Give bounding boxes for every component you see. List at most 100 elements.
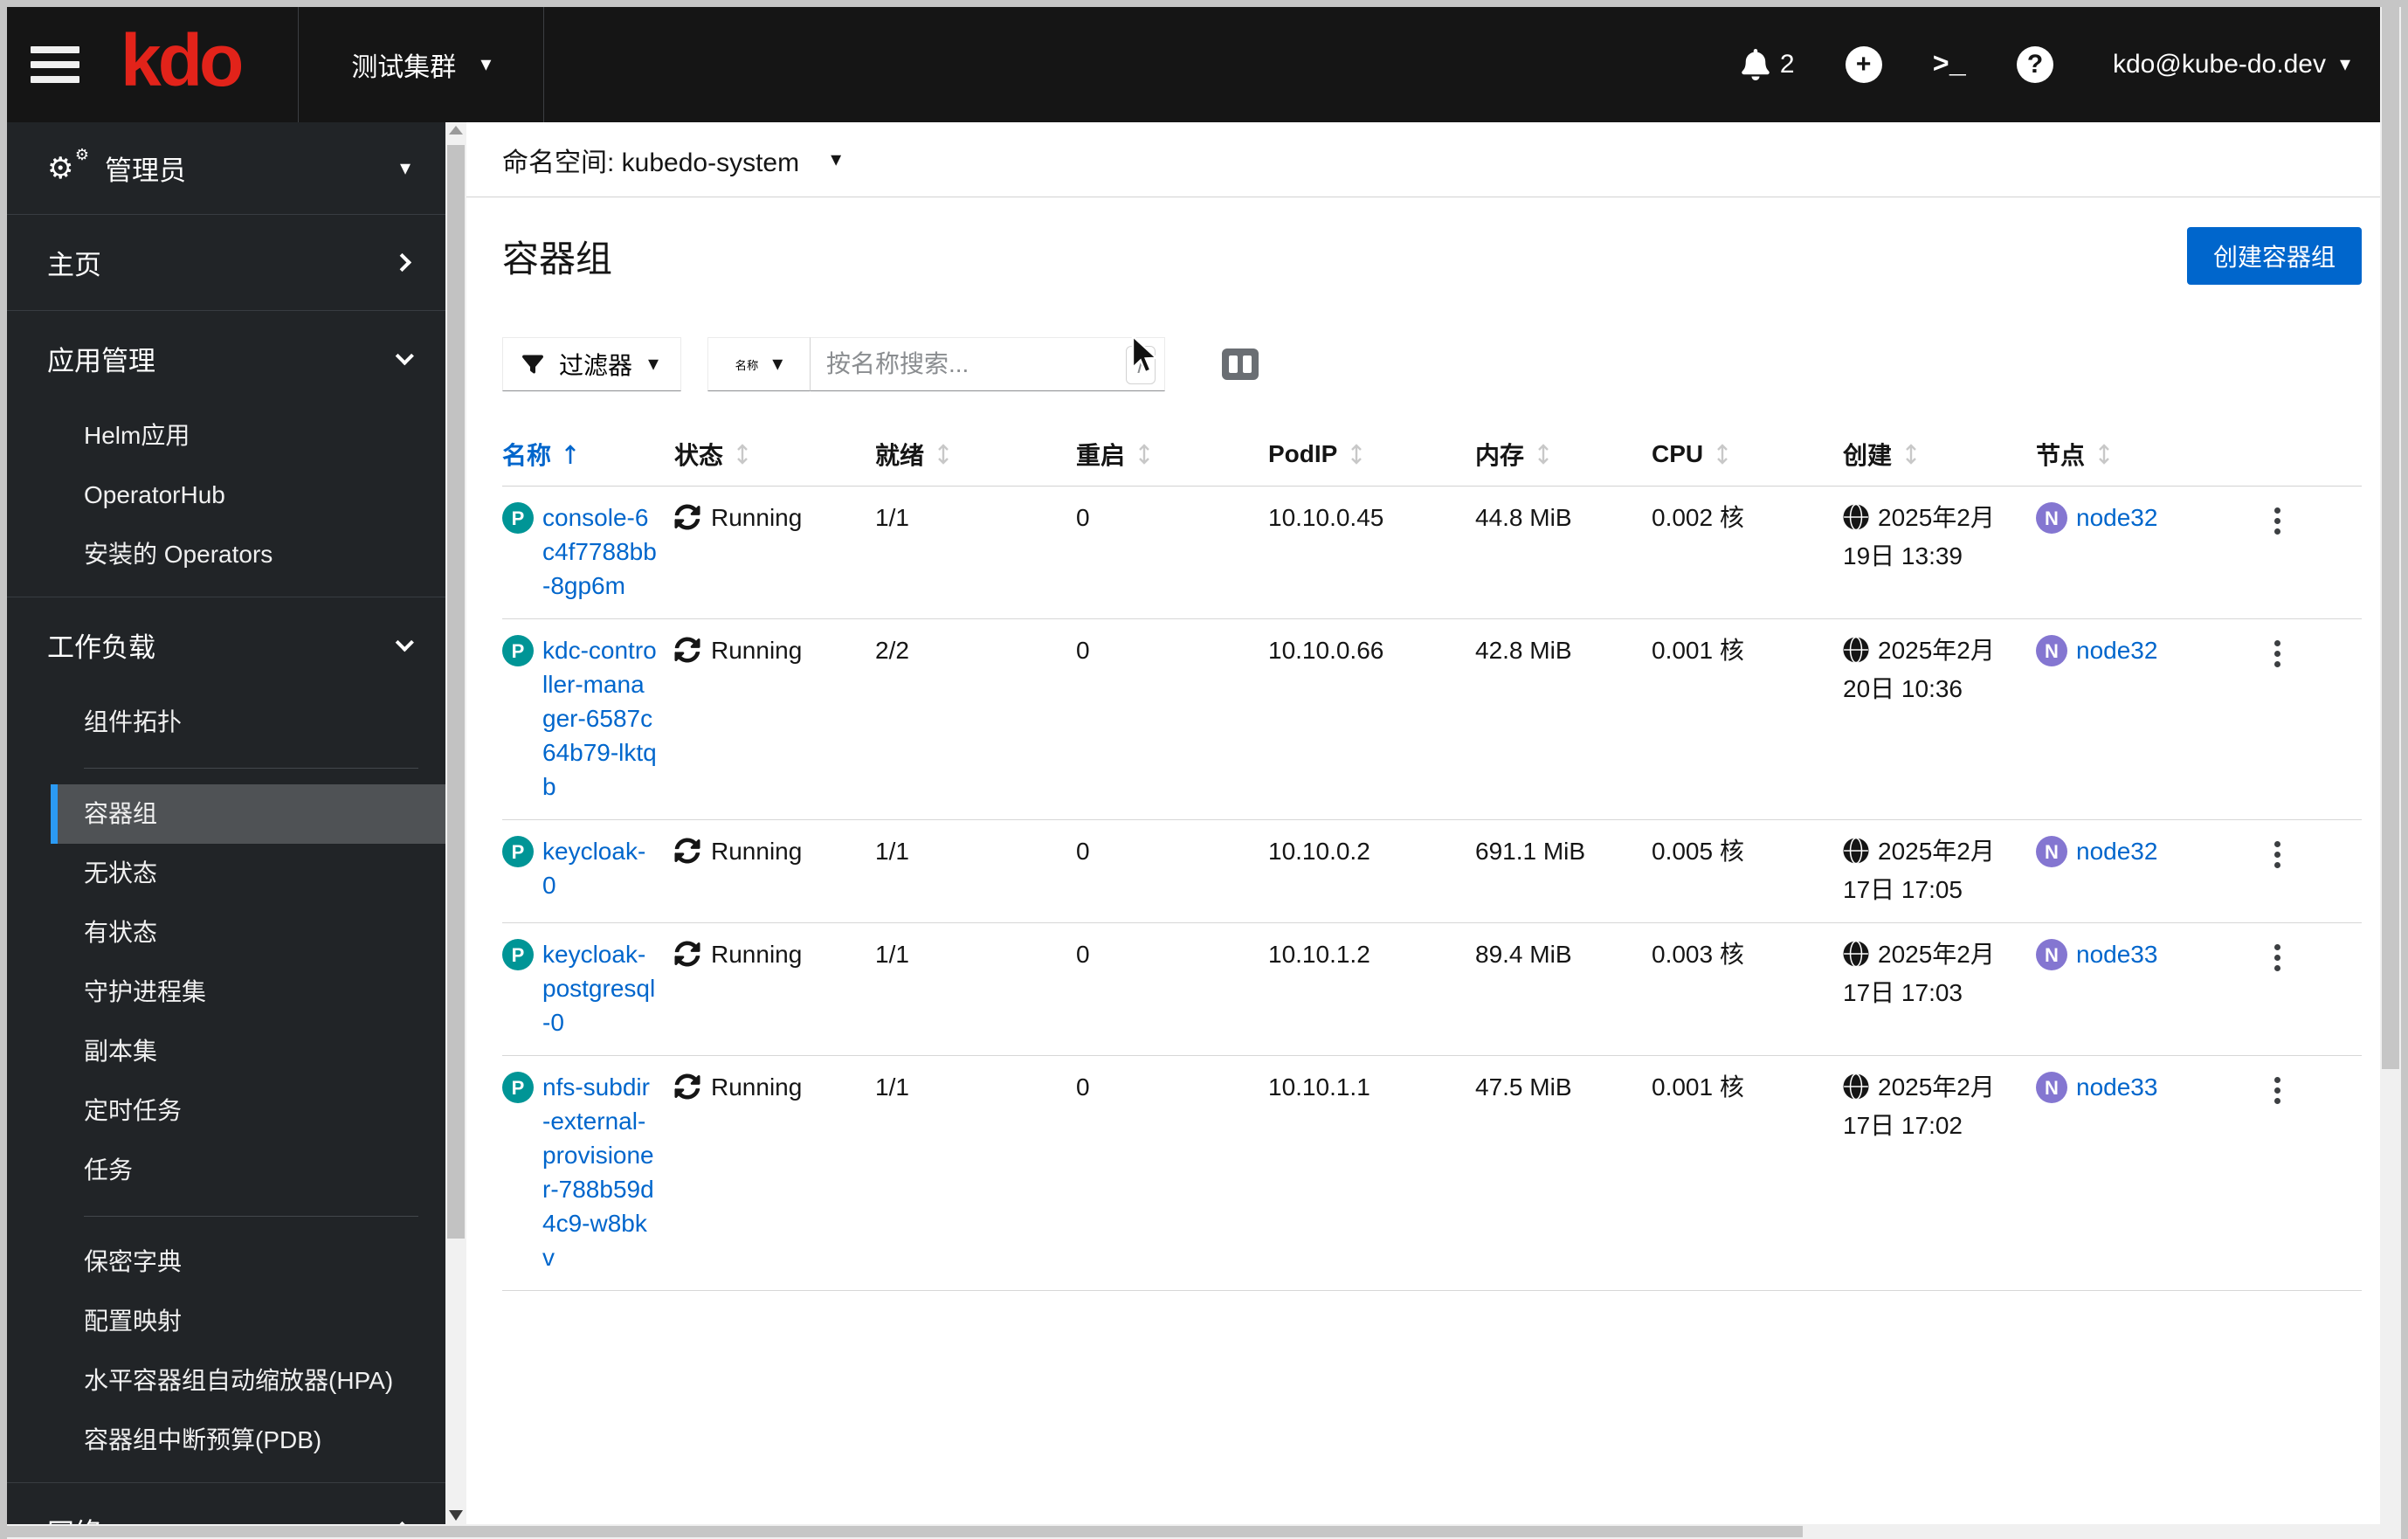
- column-header-node[interactable]: 节点: [2036, 437, 2242, 472]
- node-link[interactable]: node33: [2076, 1070, 2157, 1104]
- sidebar-item-operatorhub[interactable]: OperatorHub: [51, 466, 445, 525]
- sidebar-item-deployments[interactable]: 无状态: [51, 844, 445, 903]
- sidebar-item-daemonsets[interactable]: 守护进程集: [51, 963, 445, 1022]
- plus-circle-icon: +: [1845, 46, 1882, 83]
- sort-icon: [2099, 444, 2109, 465]
- workloads-items: 组件拓扑 容器组 无状态 有状态 守护进程集 副本集 定时任务 任务 保密字典 …: [7, 693, 445, 1482]
- namespace-selector-label[interactable]: 命名空间: kubedo-system: [502, 141, 799, 179]
- sort-icon: [938, 444, 949, 465]
- pod-memory: 691.1 MiB: [1475, 838, 1586, 865]
- keyboard-shortcut-hint: /: [1126, 346, 1156, 384]
- column-header-created[interactable]: 创建: [1843, 437, 2036, 472]
- row-actions-kebab[interactable]: [2273, 1077, 2280, 1104]
- caret-down-icon: ▾: [399, 155, 411, 180]
- sidebar-group-home[interactable]: 主页: [7, 215, 445, 310]
- sidebar-item-hpa[interactable]: 水平容器组自动缩放器(HPA): [51, 1351, 445, 1411]
- column-header-cpu[interactable]: CPU: [1652, 437, 1843, 472]
- quick-create-button[interactable]: +: [1845, 46, 1882, 83]
- node-badge: N: [2036, 836, 2067, 867]
- sidebar-item-installed-operators[interactable]: 安装的 Operators: [51, 525, 445, 584]
- sync-status-icon: [674, 637, 700, 663]
- sidebar-item-pods-active[interactable]: 容器组: [51, 784, 445, 844]
- pod-cpu: 0.001 核: [1652, 1073, 1744, 1101]
- divider: [84, 1216, 418, 1217]
- pod-name-link[interactable]: nfs-subdir-external-provisioner-788b59d4…: [542, 1070, 657, 1274]
- main-content: 命名空间: kubedo-system ▾ 容器组 创建容器组 过滤器 ▾ 名称…: [466, 122, 2380, 1524]
- pod-memory: 89.4 MiB: [1475, 941, 1572, 968]
- search-attribute-select[interactable]: 名称 ▾: [707, 337, 811, 391]
- pod-restarts: 0: [1076, 504, 1090, 531]
- sidebar-item-helm[interactable]: Helm应用: [51, 406, 445, 466]
- chevron-down-icon: [395, 347, 414, 366]
- pods-table: 名称 状态 就绪 重启 PodIP 内存 CPU 创建 节点 P console…: [502, 428, 2362, 1291]
- sidebar-item-cronjobs[interactable]: 定时任务: [51, 1081, 445, 1141]
- node-link[interactable]: node32: [2076, 500, 2157, 535]
- page-scrollbar-horizontal[interactable]: [7, 1524, 2401, 1539]
- namespace-bar: 命名空间: kubedo-system ▾: [466, 122, 2380, 197]
- pod-cpu: 0.003 核: [1652, 941, 1744, 968]
- nav-toggle-button[interactable]: [7, 7, 103, 122]
- column-header-restarts[interactable]: 重启: [1076, 437, 1268, 472]
- table-row: P keycloak-0 Running 1/1 0 10.10.0.2 691…: [502, 820, 2362, 923]
- node-link[interactable]: node32: [2076, 633, 2157, 667]
- app-management-items: Helm应用 OperatorHub 安装的 Operators: [7, 406, 445, 597]
- pod-status: Running: [711, 941, 803, 968]
- user-menu[interactable]: kdo@kube-do.dev ▾: [2113, 50, 2350, 79]
- perspective-label: 管理员: [105, 155, 186, 186]
- terminal-button[interactable]: >_: [1933, 49, 1966, 81]
- search-input[interactable]: [811, 338, 1164, 390]
- scrollbar-thumb[interactable]: [2382, 7, 2399, 1069]
- row-actions-kebab[interactable]: [2273, 944, 2280, 971]
- column-header-ready[interactable]: 就绪: [875, 437, 1076, 472]
- hamburger-icon: [31, 46, 79, 83]
- cluster-selector[interactable]: 测试集群 ▾: [299, 7, 543, 122]
- sidebar-item-replicasets[interactable]: 副本集: [51, 1022, 445, 1081]
- node-link[interactable]: node33: [2076, 937, 2157, 971]
- column-header-status[interactable]: 状态: [674, 437, 875, 472]
- pod-memory: 47.5 MiB: [1475, 1073, 1572, 1101]
- row-actions-kebab[interactable]: [2273, 507, 2280, 535]
- sidebar-item-secrets[interactable]: 保密字典: [51, 1232, 445, 1292]
- sidebar-group-workloads[interactable]: 工作负载: [7, 597, 445, 693]
- sort-icon: [1139, 444, 1149, 465]
- scroll-down-arrow[interactable]: [449, 1510, 463, 1521]
- divider: [84, 768, 418, 769]
- sidebar-item-topology[interactable]: 组件拓扑: [51, 693, 445, 752]
- sidebar-item-pdb[interactable]: 容器组中断预算(PDB): [51, 1411, 445, 1470]
- notifications-button[interactable]: 2: [1740, 49, 1795, 80]
- pod-name-link[interactable]: kdc-controller-manager-6587c64b79-lktqb: [542, 633, 657, 804]
- filter-dropdown[interactable]: 过滤器 ▾: [502, 337, 681, 391]
- pod-name-link[interactable]: keycloak-postgresql-0: [542, 937, 657, 1039]
- perspective-switcher[interactable]: ⚙ ⚙ 管理员 ▾: [7, 122, 445, 214]
- pod-name-link[interactable]: keycloak-0: [542, 834, 657, 902]
- sidebar-item-jobs[interactable]: 任务: [51, 1141, 445, 1200]
- column-header-memory[interactable]: 内存: [1475, 437, 1652, 472]
- caret-down-icon[interactable]: ▾: [831, 148, 841, 170]
- pod-ready: 2/2: [875, 637, 909, 664]
- scrollbar-thumb[interactable]: [7, 1526, 1803, 1537]
- node-badge: N: [2036, 502, 2067, 534]
- column-header-podip[interactable]: PodIP: [1268, 437, 1475, 472]
- sidebar-item-configmaps[interactable]: 配置映射: [51, 1292, 445, 1351]
- node-link[interactable]: node32: [2076, 834, 2157, 868]
- page-scrollbar-vertical[interactable]: [2380, 7, 2401, 1524]
- row-actions-kebab[interactable]: [2273, 640, 2280, 667]
- row-actions-kebab[interactable]: [2273, 841, 2280, 868]
- sidebar-item-statefulsets[interactable]: 有状态: [51, 903, 445, 963]
- create-pod-button[interactable]: 创建容器组: [2186, 227, 2362, 285]
- sidebar-scrollbar[interactable]: [445, 122, 466, 1524]
- pod-ip: 10.10.0.2: [1268, 838, 1370, 865]
- scroll-up-arrow[interactable]: [449, 126, 463, 135]
- sidebar-group-app-management[interactable]: 应用管理: [7, 311, 445, 406]
- sync-status-icon: [674, 504, 700, 530]
- gears-icon: ⚙ ⚙: [47, 145, 89, 185]
- page-title: 容器组: [502, 238, 613, 280]
- manage-columns-button[interactable]: [1221, 348, 1259, 381]
- pod-name-link[interactable]: console-6c4f7788bb-8gp6m: [542, 500, 657, 603]
- scrollbar-thumb[interactable]: [447, 145, 465, 1239]
- column-header-name[interactable]: 名称: [502, 437, 674, 472]
- pod-restarts: 0: [1076, 838, 1090, 865]
- sidebar-group-network[interactable]: 网络: [7, 1483, 445, 1524]
- node-badge: N: [2036, 1072, 2067, 1103]
- help-button[interactable]: ?: [2017, 46, 2053, 83]
